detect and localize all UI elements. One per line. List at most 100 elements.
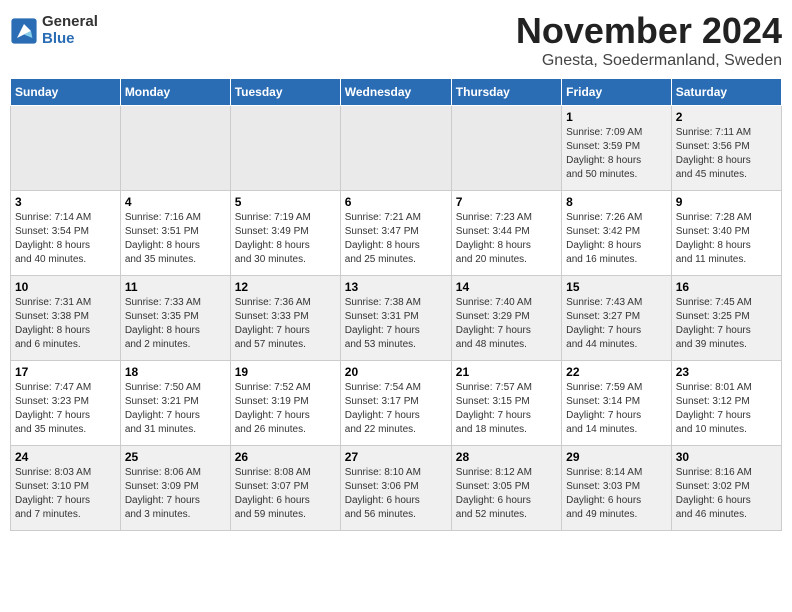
day-info: Sunrise: 7:21 AM Sunset: 3:47 PM Dayligh… bbox=[345, 211, 447, 267]
calendar-cell bbox=[120, 106, 230, 191]
day-info: Sunrise: 7:47 AM Sunset: 3:23 PM Dayligh… bbox=[15, 381, 116, 437]
day-info: Sunrise: 7:11 AM Sunset: 3:56 PM Dayligh… bbox=[676, 126, 777, 182]
day-info: Sunrise: 8:06 AM Sunset: 3:09 PM Dayligh… bbox=[125, 466, 226, 522]
calendar-cell: 9Sunrise: 7:28 AM Sunset: 3:40 PM Daylig… bbox=[671, 191, 781, 276]
calendar-cell: 21 Sunrise: 7:57 AM Sunset: 3:15 PM Dayli… bbox=[451, 361, 561, 446]
day-info: Sunrise: 7:59 AM Sunset: 3:14 PM Dayligh… bbox=[566, 381, 667, 437]
calendar-cell: 8Sunrise: 7:26 AM Sunset: 3:42 PM Daylig… bbox=[562, 191, 672, 276]
day-number: 28 bbox=[456, 450, 557, 464]
day-number: 26 bbox=[235, 450, 336, 464]
day-number: 23 bbox=[676, 365, 777, 379]
day-info: Sunrise: 8:08 AM Sunset: 3:07 PM Dayligh… bbox=[235, 466, 336, 522]
day-number: 3 bbox=[15, 195, 116, 209]
day-info: Sunrise: 7:36 AM Sunset: 3:33 PM Dayligh… bbox=[235, 296, 336, 352]
day-info: Sunrise: 7:43 AM Sunset: 3:27 PM Dayligh… bbox=[566, 296, 667, 352]
calendar-cell: 15 Sunrise: 7:43 AM Sunset: 3:27 PM Dayli… bbox=[562, 276, 672, 361]
day-info: Sunrise: 7:38 AM Sunset: 3:31 PM Dayligh… bbox=[345, 296, 447, 352]
day-number: 27 bbox=[345, 450, 447, 464]
logo-blue-text: Blue bbox=[42, 31, 98, 48]
calendar-cell: 27 Sunrise: 8:10 AM Sunset: 3:06 PM Dayli… bbox=[340, 446, 451, 531]
calendar-cell: 20Sunrise: 7:54 AM Sunset: 3:17 PM Dayli… bbox=[340, 361, 451, 446]
day-info: Sunrise: 8:12 AM Sunset: 3:05 PM Dayligh… bbox=[456, 466, 557, 522]
day-info: Sunrise: 7:16 AM Sunset: 3:51 PM Dayligh… bbox=[125, 211, 226, 267]
calendar-cell: 11Sunrise: 7:33 AM Sunset: 3:35 PM Dayli… bbox=[120, 276, 230, 361]
day-info: Sunrise: 7:19 AM Sunset: 3:49 PM Dayligh… bbox=[235, 211, 336, 267]
calendar-cell: 10 Sunrise: 7:31 AM Sunset: 3:38 PM Dayli… bbox=[11, 276, 121, 361]
day-info: Sunrise: 7:40 AM Sunset: 3:29 PM Dayligh… bbox=[456, 296, 557, 352]
calendar-cell: 7Sunrise: 7:23 AM Sunset: 3:44 PM Daylig… bbox=[451, 191, 561, 276]
day-info: Sunrise: 7:50 AM Sunset: 3:21 PM Dayligh… bbox=[125, 381, 226, 437]
calendar-cell bbox=[230, 106, 340, 191]
calendar-cell: 4 Sunrise: 7:16 AM Sunset: 3:51 PM Daylig… bbox=[120, 191, 230, 276]
day-info: Sunrise: 7:57 AM Sunset: 3:15 PM Dayligh… bbox=[456, 381, 557, 437]
day-number: 24 bbox=[15, 450, 116, 464]
day-number: 2 bbox=[676, 110, 777, 124]
weekday-header: Monday bbox=[120, 79, 230, 106]
weekday-header: Saturday bbox=[671, 79, 781, 106]
day-info: Sunrise: 8:01 AM Sunset: 3:12 PM Dayligh… bbox=[676, 381, 777, 437]
calendar-cell: 29 Sunrise: 8:14 AM Sunset: 3:03 PM Dayli… bbox=[562, 446, 672, 531]
weekday-header: Sunday bbox=[11, 79, 121, 106]
title-area: November 2024 Gnesta, Soedermanland, Swe… bbox=[516, 10, 782, 70]
calendar-cell: 24 Sunrise: 8:03 AM Sunset: 3:10 PM Dayli… bbox=[11, 446, 121, 531]
weekday-header: Tuesday bbox=[230, 79, 340, 106]
day-number: 12 bbox=[235, 280, 336, 294]
calendar-cell bbox=[451, 106, 561, 191]
calendar-week-row: 17Sunrise: 7:47 AM Sunset: 3:23 PM Dayli… bbox=[11, 361, 782, 446]
calendar-cell bbox=[340, 106, 451, 191]
weekday-header: Wednesday bbox=[340, 79, 451, 106]
calendar-cell: 13 Sunrise: 7:38 AM Sunset: 3:31 PM Dayli… bbox=[340, 276, 451, 361]
day-number: 11 bbox=[125, 280, 226, 294]
day-number: 19 bbox=[235, 365, 336, 379]
day-number: 4 bbox=[125, 195, 226, 209]
day-info: Sunrise: 8:03 AM Sunset: 3:10 PM Dayligh… bbox=[15, 466, 116, 522]
logo-general-text: General bbox=[42, 14, 98, 31]
calendar-cell: 17Sunrise: 7:47 AM Sunset: 3:23 PM Dayli… bbox=[11, 361, 121, 446]
day-info: Sunrise: 8:14 AM Sunset: 3:03 PM Dayligh… bbox=[566, 466, 667, 522]
day-info: Sunrise: 8:16 AM Sunset: 3:02 PM Dayligh… bbox=[676, 466, 777, 522]
calendar-cell: 30 Sunrise: 8:16 AM Sunset: 3:02 PM Dayli… bbox=[671, 446, 781, 531]
day-number: 30 bbox=[676, 450, 777, 464]
calendar-week-row: 3 Sunrise: 7:14 AM Sunset: 3:54 PM Daylig… bbox=[11, 191, 782, 276]
day-number: 15 bbox=[566, 280, 667, 294]
calendar-cell: 6 Sunrise: 7:21 AM Sunset: 3:47 PM Daylig… bbox=[340, 191, 451, 276]
calendar-cell: 18Sunrise: 7:50 AM Sunset: 3:21 PM Dayli… bbox=[120, 361, 230, 446]
calendar-cell: 25 Sunrise: 8:06 AM Sunset: 3:09 PM Dayli… bbox=[120, 446, 230, 531]
day-info: Sunrise: 7:52 AM Sunset: 3:19 PM Dayligh… bbox=[235, 381, 336, 437]
location-title: Gnesta, Soedermanland, Sweden bbox=[516, 52, 782, 70]
calendar-cell: 26 Sunrise: 8:08 AM Sunset: 3:07 PM Dayli… bbox=[230, 446, 340, 531]
calendar-cell: 3 Sunrise: 7:14 AM Sunset: 3:54 PM Daylig… bbox=[11, 191, 121, 276]
calendar-table: SundayMondayTuesdayWednesdayThursdayFrid… bbox=[10, 78, 782, 531]
logo: General Blue bbox=[10, 14, 98, 47]
day-number: 29 bbox=[566, 450, 667, 464]
day-info: Sunrise: 7:09 AM Sunset: 3:59 PM Dayligh… bbox=[566, 126, 667, 182]
day-number: 14 bbox=[456, 280, 557, 294]
day-info: Sunrise: 7:54 AM Sunset: 3:17 PM Dayligh… bbox=[345, 381, 447, 437]
day-number: 16 bbox=[676, 280, 777, 294]
calendar-week-row: 24 Sunrise: 8:03 AM Sunset: 3:10 PM Dayli… bbox=[11, 446, 782, 531]
calendar-cell: 1Sunrise: 7:09 AM Sunset: 3:59 PM Daylig… bbox=[562, 106, 672, 191]
day-number: 25 bbox=[125, 450, 226, 464]
calendar-cell: 22Sunrise: 7:59 AM Sunset: 3:14 PM Dayli… bbox=[562, 361, 672, 446]
day-info: Sunrise: 7:45 AM Sunset: 3:25 PM Dayligh… bbox=[676, 296, 777, 352]
calendar-cell: 28 Sunrise: 8:12 AM Sunset: 3:05 PM Dayli… bbox=[451, 446, 561, 531]
calendar-cell: 19 Sunrise: 7:52 AM Sunset: 3:19 PM Dayli… bbox=[230, 361, 340, 446]
day-number: 10 bbox=[15, 280, 116, 294]
day-number: 9 bbox=[676, 195, 777, 209]
calendar-week-row: 1Sunrise: 7:09 AM Sunset: 3:59 PM Daylig… bbox=[11, 106, 782, 191]
day-number: 5 bbox=[235, 195, 336, 209]
day-number: 13 bbox=[345, 280, 447, 294]
day-number: 21 bbox=[456, 365, 557, 379]
calendar-cell: 16 Sunrise: 7:45 AM Sunset: 3:25 PM Dayli… bbox=[671, 276, 781, 361]
calendar-cell: 14 Sunrise: 7:40 AM Sunset: 3:29 PM Dayli… bbox=[451, 276, 561, 361]
weekday-header: Friday bbox=[562, 79, 672, 106]
logo-icon bbox=[10, 17, 38, 45]
day-info: Sunrise: 7:14 AM Sunset: 3:54 PM Dayligh… bbox=[15, 211, 116, 267]
day-number: 6 bbox=[345, 195, 447, 209]
day-info: Sunrise: 7:31 AM Sunset: 3:38 PM Dayligh… bbox=[15, 296, 116, 352]
calendar-cell: 12 Sunrise: 7:36 AM Sunset: 3:33 PM Dayli… bbox=[230, 276, 340, 361]
day-info: Sunrise: 8:10 AM Sunset: 3:06 PM Dayligh… bbox=[345, 466, 447, 522]
month-title: November 2024 bbox=[516, 10, 782, 52]
header: General Blue November 2024 Gnesta, Soede… bbox=[10, 10, 782, 70]
calendar-week-row: 10 Sunrise: 7:31 AM Sunset: 3:38 PM Dayli… bbox=[11, 276, 782, 361]
